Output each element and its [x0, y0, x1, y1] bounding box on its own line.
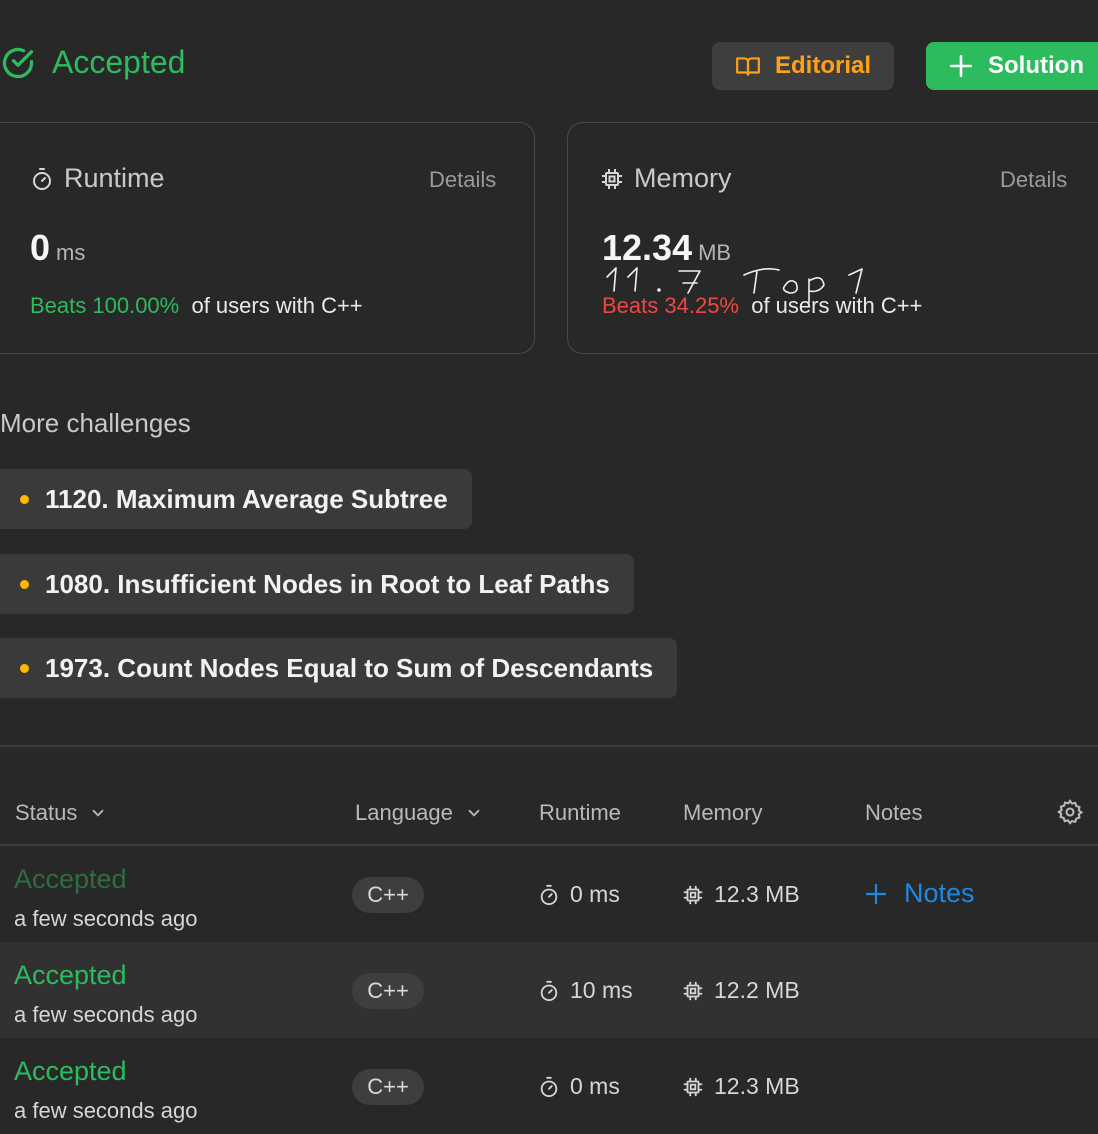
- challenge-label: 1080. Insufficient Nodes in Root to Leaf…: [45, 568, 610, 599]
- row-memory-value: 12.3 MB: [714, 881, 800, 907]
- runtime-unit: ms: [56, 240, 86, 265]
- table-row[interactable]: Accepted a few seconds ago C++ 0 ms 12.3…: [0, 1038, 1098, 1134]
- runtime-card[interactable]: Runtime Details 0 ms Beats 100.00% of use…: [0, 122, 535, 354]
- plus-icon: [949, 54, 973, 78]
- challenge-item[interactable]: 1120. Maximum Average Subtree: [0, 469, 472, 529]
- column-header-runtime: Runtime: [539, 800, 621, 826]
- difficulty-dot: [20, 663, 29, 673]
- memory-beats-percent: Beats 34.25%: [602, 293, 739, 318]
- language-column-label: Language: [355, 800, 453, 825]
- chip-icon: [683, 1077, 703, 1096]
- row-status[interactable]: Accepted: [14, 960, 127, 991]
- stopwatch-icon: [540, 1076, 558, 1097]
- memory-number: 12.34: [602, 227, 693, 268]
- row-runtime-value: 10 ms: [570, 977, 633, 1003]
- book-icon: [736, 57, 760, 76]
- row-runtime-value: 0 ms: [570, 1073, 620, 1099]
- status-column-label: Status: [15, 800, 78, 825]
- solution-label: Solution: [988, 52, 1084, 79]
- row-runtime-value: 0 ms: [570, 881, 620, 907]
- row-time: a few seconds ago: [14, 1002, 198, 1027]
- challenge-label: 1120. Maximum Average Subtree: [45, 483, 448, 514]
- memory-column-label: Memory: [683, 800, 763, 825]
- runtime-beats: Beats 100.00% of users with C++: [30, 293, 363, 319]
- stopwatch-icon: [33, 167, 51, 190]
- notes-column-label: Notes: [865, 800, 923, 825]
- column-header-language[interactable]: Language: [355, 800, 483, 826]
- challenge-item[interactable]: 1080. Insufficient Nodes in Root to Leaf…: [0, 554, 634, 614]
- memory-beats: Beats 34.25% of users with C++: [602, 293, 922, 319]
- runtime-beats-suffix: of users with C++: [191, 293, 363, 318]
- gear-icon[interactable]: [1056, 798, 1084, 826]
- column-header-notes: Notes: [865, 800, 922, 826]
- column-header-status[interactable]: Status: [15, 800, 107, 826]
- stopwatch-icon: [540, 884, 558, 905]
- row-memory: 12.3 MB: [682, 1073, 800, 1100]
- challenge-item[interactable]: 1973. Count Nodes Equal to Sum of Descen…: [0, 638, 678, 698]
- editorial-label: Editorial: [774, 52, 871, 79]
- runtime-value: 0 ms: [30, 227, 85, 269]
- runtime-number: 0: [30, 227, 51, 268]
- row-memory-value: 12.3 MB: [714, 1073, 800, 1099]
- difficulty-dot: [20, 494, 29, 504]
- memory-unit: MB: [698, 240, 732, 265]
- runtime-column-label: Runtime: [539, 800, 621, 825]
- memory-title: Memory: [634, 163, 732, 193]
- row-memory: 12.3 MB: [682, 881, 800, 908]
- row-memory-value: 12.2 MB: [714, 977, 800, 1003]
- stopwatch-icon: [540, 980, 558, 1001]
- add-solution-button[interactable]: Solution: [926, 42, 1098, 90]
- chip-icon: [683, 885, 703, 904]
- row-status[interactable]: Accepted: [14, 1056, 127, 1087]
- memory-card-title: Memory: [600, 163, 732, 194]
- check-circle-icon: [2, 47, 34, 78]
- row-runtime: 10 ms: [538, 977, 633, 1004]
- row-language-badge: C++: [352, 973, 424, 1009]
- editorial-button[interactable]: Editorial: [712, 42, 894, 90]
- row-language-badge: C++: [352, 877, 424, 913]
- row-time: a few seconds ago: [14, 906, 198, 931]
- add-notes-button[interactable]: Notes: [864, 878, 975, 909]
- status-title: Accepted: [52, 44, 186, 80]
- submission-status: Accepted: [0, 44, 185, 81]
- row-status[interactable]: Accepted: [14, 864, 127, 895]
- challenge-label: 1973. Count Nodes Equal to Sum of Descen…: [45, 652, 654, 683]
- runtime-title: Runtime: [64, 163, 165, 193]
- runtime-details-link[interactable]: Details: [429, 167, 496, 193]
- row-memory: 12.2 MB: [682, 977, 800, 1004]
- row-runtime: 0 ms: [538, 1073, 620, 1100]
- table-row[interactable]: Accepted a few seconds ago C++ 10 ms 12.…: [0, 942, 1098, 1038]
- table-row[interactable]: Accepted a few seconds ago C++ 0 ms 12.3…: [0, 846, 1098, 942]
- runtime-card-title: Runtime: [30, 163, 165, 194]
- memory-details-link[interactable]: Details: [1000, 167, 1067, 193]
- column-header-memory: Memory: [683, 800, 762, 826]
- chevron-down-icon: [92, 809, 104, 817]
- row-runtime: 0 ms: [538, 881, 620, 908]
- difficulty-dot: [20, 579, 29, 589]
- memory-beats-suffix: of users with C++: [751, 293, 923, 318]
- memory-card[interactable]: Memory Details 12.34 MB Beats 34.25% of u…: [567, 122, 1098, 354]
- chip-icon: [683, 981, 703, 1000]
- more-challenges-title: More challenges: [0, 408, 191, 438]
- section-divider: [0, 745, 1098, 747]
- plus-icon: [865, 883, 887, 904]
- row-time: a few seconds ago: [14, 1098, 198, 1123]
- notes-label: Notes: [904, 878, 975, 908]
- row-language-badge: C++: [352, 1069, 424, 1105]
- chevron-down-icon: [468, 809, 480, 817]
- chip-icon: [602, 168, 622, 189]
- runtime-beats-percent: Beats 100.00%: [30, 293, 180, 318]
